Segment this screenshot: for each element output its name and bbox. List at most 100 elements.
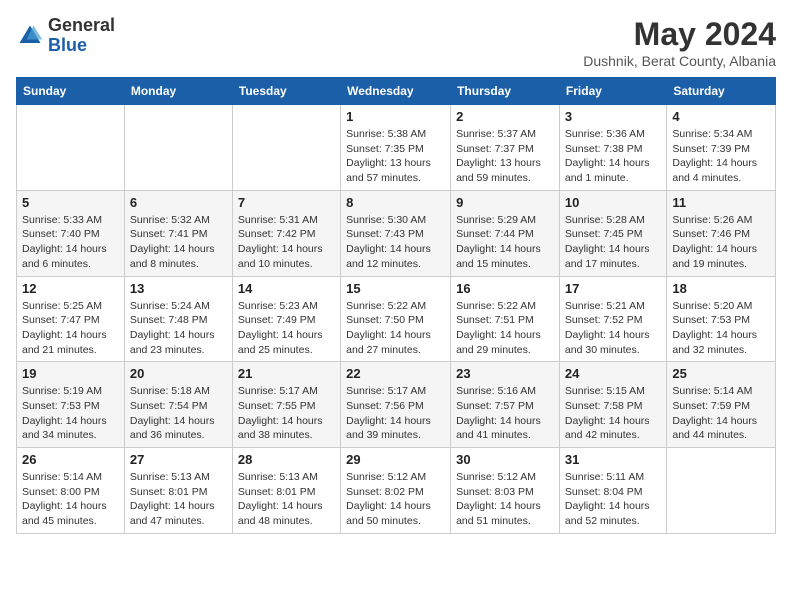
calendar-cell: 8 Sunrise: 5:30 AMSunset: 7:43 PMDayligh… bbox=[341, 190, 451, 276]
calendar-cell: 27 Sunrise: 5:13 AMSunset: 8:01 PMDaylig… bbox=[124, 448, 232, 534]
day-info: Sunrise: 5:18 AMSunset: 7:54 PMDaylight:… bbox=[130, 384, 227, 443]
calendar-cell: 29 Sunrise: 5:12 AMSunset: 8:02 PMDaylig… bbox=[341, 448, 451, 534]
calendar-cell: 28 Sunrise: 5:13 AMSunset: 8:01 PMDaylig… bbox=[232, 448, 340, 534]
day-number: 20 bbox=[130, 366, 227, 381]
day-number: 13 bbox=[130, 281, 227, 296]
calendar-cell bbox=[667, 448, 776, 534]
day-info: Sunrise: 5:31 AMSunset: 7:42 PMDaylight:… bbox=[238, 213, 335, 272]
calendar-cell: 5 Sunrise: 5:33 AMSunset: 7:40 PMDayligh… bbox=[17, 190, 125, 276]
day-number: 18 bbox=[672, 281, 770, 296]
day-info: Sunrise: 5:12 AMSunset: 8:02 PMDaylight:… bbox=[346, 470, 445, 529]
day-info: Sunrise: 5:34 AMSunset: 7:39 PMDaylight:… bbox=[672, 127, 770, 186]
day-number: 29 bbox=[346, 452, 445, 467]
day-info: Sunrise: 5:22 AMSunset: 7:50 PMDaylight:… bbox=[346, 299, 445, 358]
day-number: 4 bbox=[672, 109, 770, 124]
day-number: 3 bbox=[565, 109, 661, 124]
calendar-week-5: 26 Sunrise: 5:14 AMSunset: 8:00 PMDaylig… bbox=[17, 448, 776, 534]
day-number: 27 bbox=[130, 452, 227, 467]
calendar-header-row: Sunday Monday Tuesday Wednesday Thursday… bbox=[17, 78, 776, 105]
day-info: Sunrise: 5:11 AMSunset: 8:04 PMDaylight:… bbox=[565, 470, 661, 529]
calendar-cell: 6 Sunrise: 5:32 AMSunset: 7:41 PMDayligh… bbox=[124, 190, 232, 276]
calendar-cell: 9 Sunrise: 5:29 AMSunset: 7:44 PMDayligh… bbox=[451, 190, 560, 276]
day-number: 6 bbox=[130, 195, 227, 210]
calendar-cell: 17 Sunrise: 5:21 AMSunset: 7:52 PMDaylig… bbox=[559, 276, 666, 362]
day-number: 21 bbox=[238, 366, 335, 381]
day-number: 17 bbox=[565, 281, 661, 296]
day-info: Sunrise: 5:17 AMSunset: 7:55 PMDaylight:… bbox=[238, 384, 335, 443]
day-number: 12 bbox=[22, 281, 119, 296]
calendar-week-4: 19 Sunrise: 5:19 AMSunset: 7:53 PMDaylig… bbox=[17, 362, 776, 448]
col-saturday: Saturday bbox=[667, 78, 776, 105]
day-number: 7 bbox=[238, 195, 335, 210]
calendar-cell: 22 Sunrise: 5:17 AMSunset: 7:56 PMDaylig… bbox=[341, 362, 451, 448]
page-header: General Blue May 2024 Dushnik, Berat Cou… bbox=[16, 16, 776, 69]
day-info: Sunrise: 5:19 AMSunset: 7:53 PMDaylight:… bbox=[22, 384, 119, 443]
calendar-cell: 16 Sunrise: 5:22 AMSunset: 7:51 PMDaylig… bbox=[451, 276, 560, 362]
calendar-cell: 19 Sunrise: 5:19 AMSunset: 7:53 PMDaylig… bbox=[17, 362, 125, 448]
day-number: 1 bbox=[346, 109, 445, 124]
calendar-cell: 30 Sunrise: 5:12 AMSunset: 8:03 PMDaylig… bbox=[451, 448, 560, 534]
day-number: 28 bbox=[238, 452, 335, 467]
day-number: 22 bbox=[346, 366, 445, 381]
day-info: Sunrise: 5:15 AMSunset: 7:58 PMDaylight:… bbox=[565, 384, 661, 443]
calendar-cell: 14 Sunrise: 5:23 AMSunset: 7:49 PMDaylig… bbox=[232, 276, 340, 362]
col-tuesday: Tuesday bbox=[232, 78, 340, 105]
calendar-cell: 23 Sunrise: 5:16 AMSunset: 7:57 PMDaylig… bbox=[451, 362, 560, 448]
day-info: Sunrise: 5:28 AMSunset: 7:45 PMDaylight:… bbox=[565, 213, 661, 272]
day-info: Sunrise: 5:33 AMSunset: 7:40 PMDaylight:… bbox=[22, 213, 119, 272]
day-info: Sunrise: 5:30 AMSunset: 7:43 PMDaylight:… bbox=[346, 213, 445, 272]
calendar-cell: 4 Sunrise: 5:34 AMSunset: 7:39 PMDayligh… bbox=[667, 105, 776, 191]
day-info: Sunrise: 5:26 AMSunset: 7:46 PMDaylight:… bbox=[672, 213, 770, 272]
calendar-cell: 24 Sunrise: 5:15 AMSunset: 7:58 PMDaylig… bbox=[559, 362, 666, 448]
calendar-cell: 10 Sunrise: 5:28 AMSunset: 7:45 PMDaylig… bbox=[559, 190, 666, 276]
logo-icon bbox=[16, 22, 44, 50]
day-info: Sunrise: 5:20 AMSunset: 7:53 PMDaylight:… bbox=[672, 299, 770, 358]
day-number: 11 bbox=[672, 195, 770, 210]
calendar-cell: 12 Sunrise: 5:25 AMSunset: 7:47 PMDaylig… bbox=[17, 276, 125, 362]
day-info: Sunrise: 5:14 AMSunset: 8:00 PMDaylight:… bbox=[22, 470, 119, 529]
col-wednesday: Wednesday bbox=[341, 78, 451, 105]
calendar-week-3: 12 Sunrise: 5:25 AMSunset: 7:47 PMDaylig… bbox=[17, 276, 776, 362]
day-number: 31 bbox=[565, 452, 661, 467]
logo-blue: Blue bbox=[48, 36, 115, 56]
logo: General Blue bbox=[16, 16, 115, 56]
day-info: Sunrise: 5:29 AMSunset: 7:44 PMDaylight:… bbox=[456, 213, 554, 272]
day-info: Sunrise: 5:37 AMSunset: 7:37 PMDaylight:… bbox=[456, 127, 554, 186]
day-number: 24 bbox=[565, 366, 661, 381]
calendar-week-2: 5 Sunrise: 5:33 AMSunset: 7:40 PMDayligh… bbox=[17, 190, 776, 276]
calendar-cell: 21 Sunrise: 5:17 AMSunset: 7:55 PMDaylig… bbox=[232, 362, 340, 448]
calendar-cell: 1 Sunrise: 5:38 AMSunset: 7:35 PMDayligh… bbox=[341, 105, 451, 191]
day-info: Sunrise: 5:22 AMSunset: 7:51 PMDaylight:… bbox=[456, 299, 554, 358]
col-friday: Friday bbox=[559, 78, 666, 105]
title-block: May 2024 Dushnik, Berat County, Albania bbox=[583, 16, 776, 69]
day-info: Sunrise: 5:16 AMSunset: 7:57 PMDaylight:… bbox=[456, 384, 554, 443]
day-info: Sunrise: 5:38 AMSunset: 7:35 PMDaylight:… bbox=[346, 127, 445, 186]
day-number: 14 bbox=[238, 281, 335, 296]
calendar-cell: 18 Sunrise: 5:20 AMSunset: 7:53 PMDaylig… bbox=[667, 276, 776, 362]
day-number: 26 bbox=[22, 452, 119, 467]
calendar-cell bbox=[124, 105, 232, 191]
col-sunday: Sunday bbox=[17, 78, 125, 105]
day-number: 10 bbox=[565, 195, 661, 210]
calendar-week-1: 1 Sunrise: 5:38 AMSunset: 7:35 PMDayligh… bbox=[17, 105, 776, 191]
day-number: 16 bbox=[456, 281, 554, 296]
day-number: 9 bbox=[456, 195, 554, 210]
day-info: Sunrise: 5:25 AMSunset: 7:47 PMDaylight:… bbox=[22, 299, 119, 358]
day-info: Sunrise: 5:14 AMSunset: 7:59 PMDaylight:… bbox=[672, 384, 770, 443]
calendar-table: Sunday Monday Tuesday Wednesday Thursday… bbox=[16, 77, 776, 534]
day-info: Sunrise: 5:12 AMSunset: 8:03 PMDaylight:… bbox=[456, 470, 554, 529]
day-info: Sunrise: 5:24 AMSunset: 7:48 PMDaylight:… bbox=[130, 299, 227, 358]
day-number: 23 bbox=[456, 366, 554, 381]
logo-general: General bbox=[48, 16, 115, 36]
calendar-cell: 11 Sunrise: 5:26 AMSunset: 7:46 PMDaylig… bbox=[667, 190, 776, 276]
day-info: Sunrise: 5:13 AMSunset: 8:01 PMDaylight:… bbox=[130, 470, 227, 529]
calendar-cell bbox=[17, 105, 125, 191]
day-info: Sunrise: 5:21 AMSunset: 7:52 PMDaylight:… bbox=[565, 299, 661, 358]
day-number: 25 bbox=[672, 366, 770, 381]
day-number: 15 bbox=[346, 281, 445, 296]
day-info: Sunrise: 5:32 AMSunset: 7:41 PMDaylight:… bbox=[130, 213, 227, 272]
calendar-cell: 20 Sunrise: 5:18 AMSunset: 7:54 PMDaylig… bbox=[124, 362, 232, 448]
day-number: 8 bbox=[346, 195, 445, 210]
calendar-cell: 3 Sunrise: 5:36 AMSunset: 7:38 PMDayligh… bbox=[559, 105, 666, 191]
location: Dushnik, Berat County, Albania bbox=[583, 53, 776, 69]
